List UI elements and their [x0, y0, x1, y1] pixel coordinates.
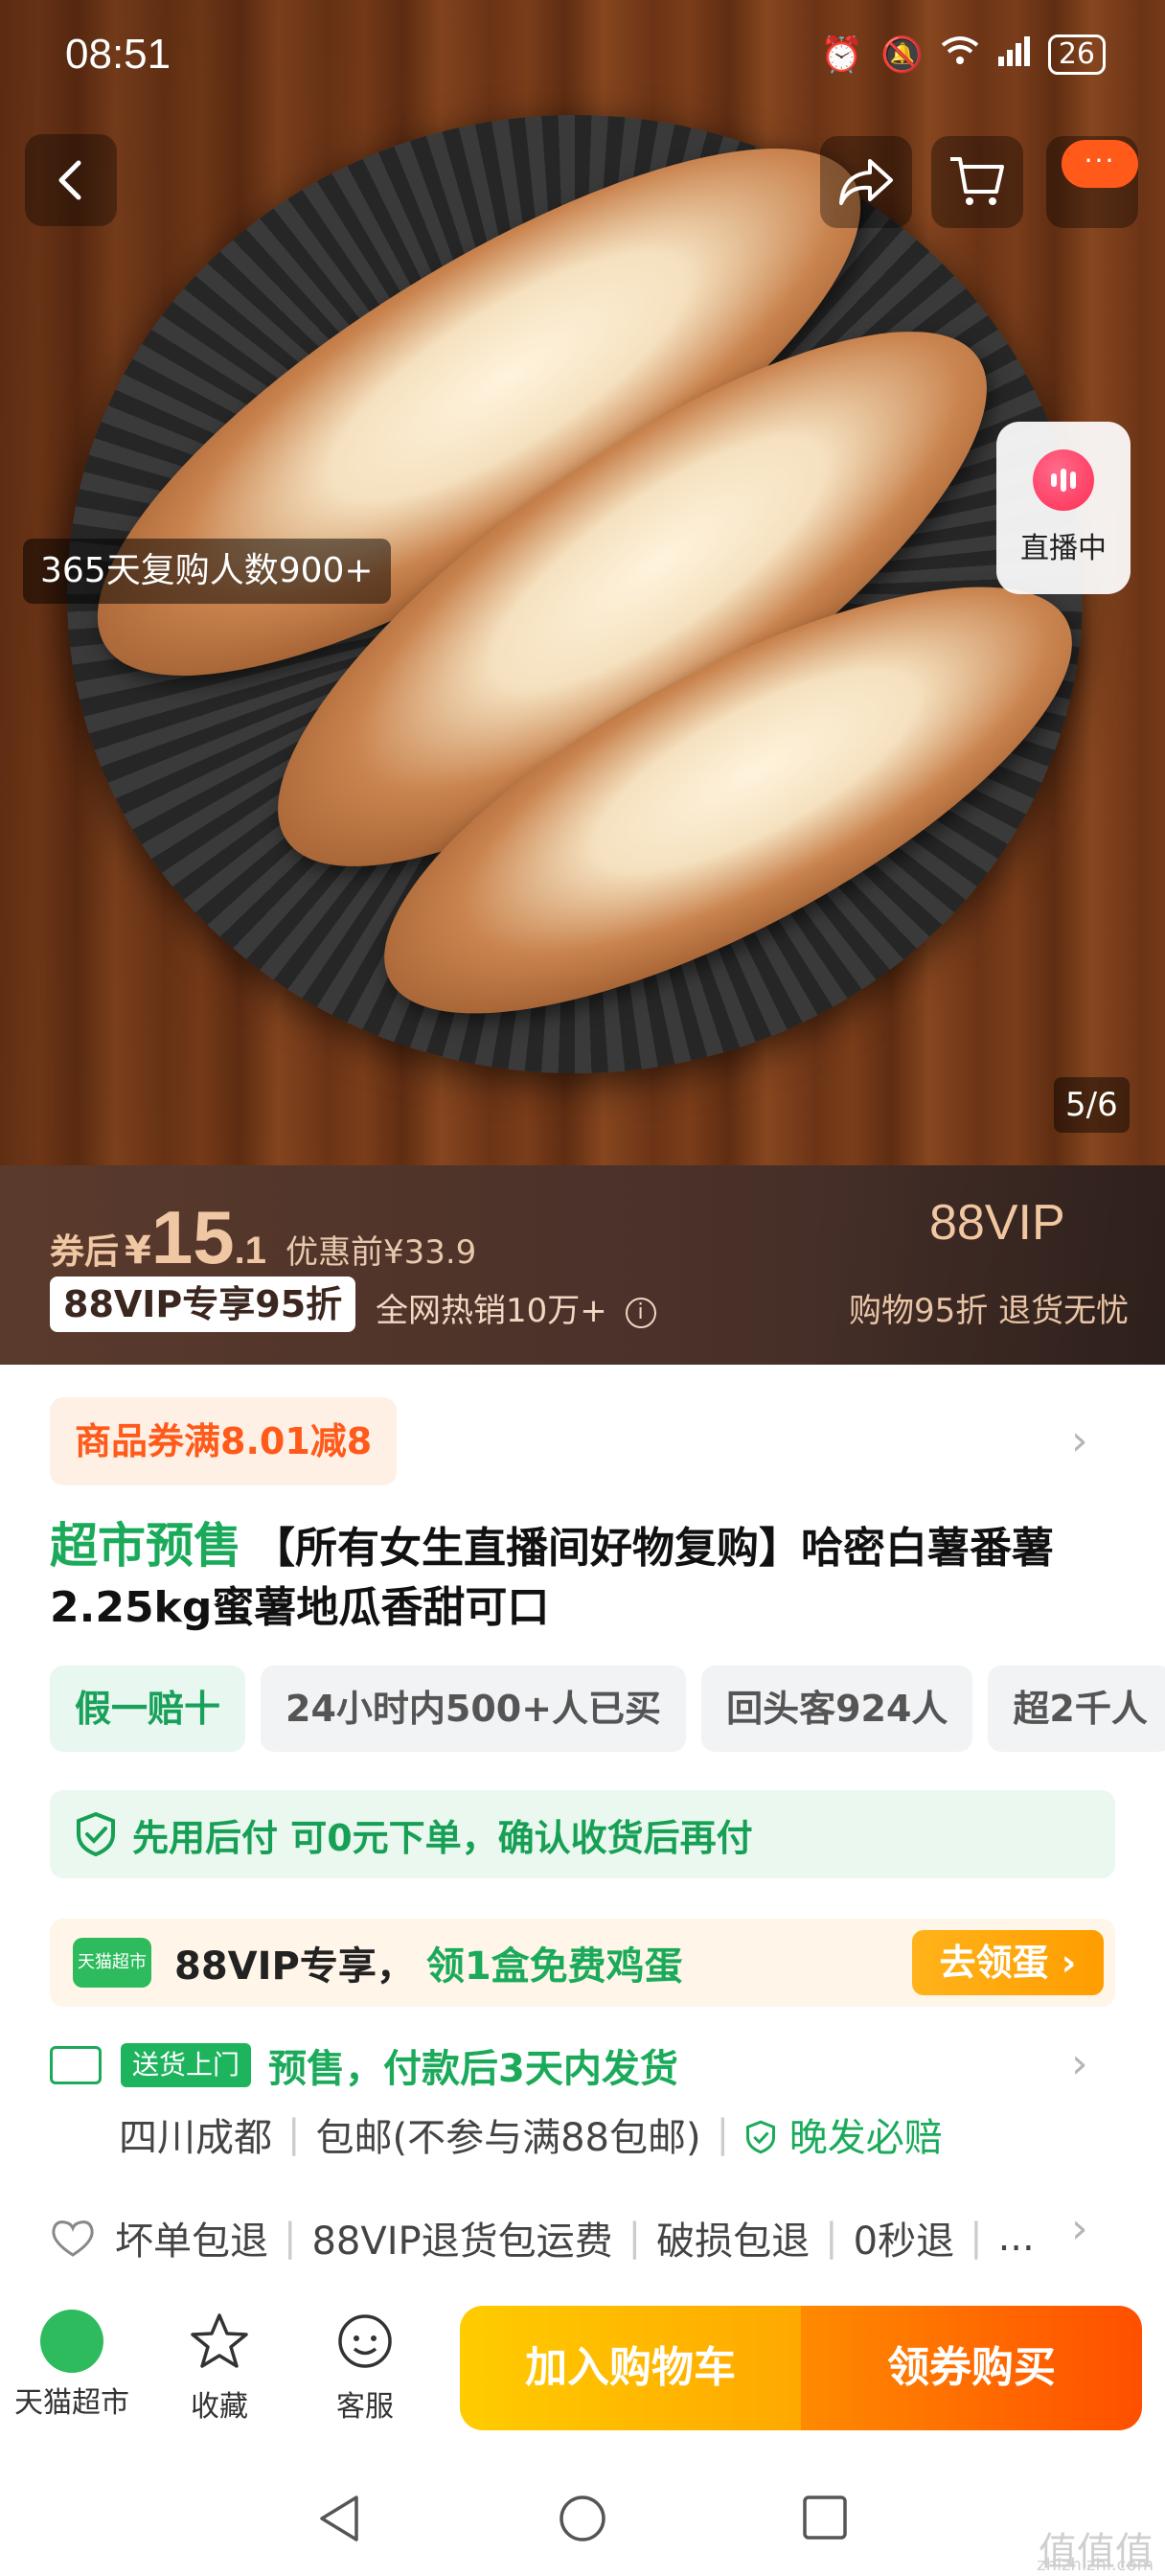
- shipping-time: 预售，付款后3天内发货: [268, 2047, 678, 2091]
- shipping-row[interactable]: 送货上门 预售，付款后3天内发货: [50, 2037, 678, 2093]
- price-decimal: .1: [234, 1230, 266, 1272]
- home-circle-icon[interactable]: [556, 2492, 609, 2545]
- delivery-badge: 送货上门: [121, 2043, 252, 2087]
- cart-button[interactable]: [931, 136, 1023, 228]
- guarantee-more: ...: [997, 2216, 1035, 2260]
- divider: |: [628, 2216, 642, 2260]
- status-icons: ⏰ 🔕 26: [820, 34, 1106, 75]
- presale-label: 超市预售: [50, 1518, 241, 1574]
- chevron-right-icon[interactable]: ›: [1071, 1416, 1088, 1465]
- guarantee-item: 0秒退: [853, 2220, 955, 2264]
- live-label: 直播中: [1020, 532, 1107, 565]
- vip-discount-badge: 88VIP专享95折: [50, 1276, 356, 1332]
- hot-sales[interactable]: 全网热销10万+ i: [376, 1284, 656, 1331]
- alarm-icon: ⏰: [820, 35, 863, 75]
- shipping-details: 四川成都 | 包邮(不参与满88包邮) | 晚发必赔: [119, 2106, 943, 2162]
- tmall-supermarket-logo: 天猫超市: [73, 1938, 151, 1988]
- coupon-chip[interactable]: 商品券满8.01减8: [50, 1397, 398, 1485]
- price-integer: 15: [150, 1195, 235, 1279]
- add-to-cart-button[interactable]: 加入购物车: [460, 2306, 801, 2430]
- divider: |: [287, 2112, 301, 2156]
- guarantee-item: 坏单包退: [115, 2220, 268, 2264]
- shield-check-icon: [746, 2120, 776, 2154]
- tmall-supermarket-label: 天猫超市: [14, 2386, 129, 2420]
- feature-tags: 假一赔十 24小时内500+人已买 回头客924人 超2千人: [50, 1666, 1165, 1752]
- guarantee-item: 破损包退: [656, 2220, 811, 2264]
- signal-icon: [996, 35, 1031, 75]
- more-dots-icon[interactable]: ···: [1062, 140, 1138, 188]
- mute-icon: 🔕: [879, 35, 924, 75]
- tag-recent-buyers[interactable]: 24小时内500+人已买: [261, 1666, 687, 1752]
- back-triangle-icon[interactable]: [316, 2494, 362, 2543]
- hot-sales-text: 全网热销10万+: [376, 1292, 607, 1330]
- divider: |: [284, 2216, 297, 2260]
- pay-later-banner[interactable]: 先用后付 可0元下单，确认收货后再付: [50, 1790, 1115, 1878]
- tmall-supermarket-button[interactable]: 天猫超市: [0, 2310, 144, 2421]
- live-stream-button[interactable]: 直播中: [996, 422, 1131, 594]
- status-time: 08:51: [65, 31, 171, 78]
- status-bar: 08:51 ⏰ 🔕 26: [0, 0, 1165, 115]
- battery-icon: 26: [1047, 34, 1106, 75]
- get-egg-button[interactable]: 去领蛋 ›: [912, 1930, 1104, 1995]
- live-icon: [1033, 449, 1094, 511]
- favorite-label: 收藏: [191, 2390, 248, 2424]
- tag-more[interactable]: 超2千人: [988, 1666, 1165, 1752]
- share-icon: [839, 159, 893, 205]
- chevron-left-icon: [58, 160, 81, 200]
- service-guarantees[interactable]: 坏单包退 | 88VIP退货包运费 | 破损包退 | 0秒退 | ...: [50, 2210, 1035, 2266]
- buy-with-coupon-button[interactable]: 领券购买: [801, 2306, 1142, 2430]
- favorite-button[interactable]: 收藏: [148, 2310, 291, 2425]
- pay-later-text: 先用后付 可0元下单，确认收货后再付: [132, 1816, 753, 1859]
- vip-benefits: 购物95折 退货无忧: [849, 1292, 1130, 1330]
- back-button[interactable]: [25, 134, 117, 226]
- vip-egg-prefix: 88VIP专享，: [174, 1944, 415, 1989]
- star-icon: [191, 2313, 248, 2368]
- divider: |: [970, 2216, 983, 2260]
- repurchase-badge: 365天复购人数900+: [23, 539, 391, 604]
- late-comp-text: 晚发必赔: [788, 2116, 943, 2160]
- guarantee-item: 88VIP退货包运费: [311, 2220, 613, 2264]
- divider: |: [825, 2216, 838, 2260]
- wifi-icon: [941, 35, 979, 75]
- after-coupon-label: 券后: [50, 1232, 120, 1272]
- customer-service-button[interactable]: 客服: [293, 2310, 437, 2425]
- chevron-right-icon[interactable]: ›: [1071, 2039, 1088, 2088]
- tag-counterfeit-compensation[interactable]: 假一赔十: [50, 1666, 246, 1752]
- truck-icon: [50, 2046, 102, 2084]
- vip-egg-offer: 领1盒免费鸡蛋: [425, 1944, 683, 1989]
- cart-icon: [950, 157, 1004, 205]
- shield-check-icon: [77, 1811, 115, 1857]
- price-row: 券后 ¥ 15 .1 优惠前¥33.9: [50, 1194, 476, 1281]
- recents-square-icon[interactable]: [801, 2494, 849, 2542]
- tag-repeat-customers[interactable]: 回头客924人: [701, 1666, 973, 1752]
- product-title: 超市预售 【所有女生直播间好物复购】哈密白薯番薯2.25kg蜜薯地瓜香甜可口: [50, 1516, 1123, 1638]
- original-price: 优惠前¥33.9: [285, 1233, 477, 1272]
- postage-info: 包邮(不参与满88包邮): [315, 2116, 701, 2160]
- ship-origin: 四川成都: [119, 2116, 272, 2160]
- info-icon[interactable]: i: [625, 1297, 656, 1328]
- tmall-supermarket-icon: [40, 2310, 103, 2373]
- watermark-url: zhizhizhi.com: [1037, 2555, 1154, 2575]
- vip-title: 88VIP: [929, 1195, 1065, 1251]
- customer-service-label: 客服: [336, 2390, 394, 2424]
- currency-symbol: ¥: [125, 1229, 151, 1273]
- late-shipment-compensation: 晚发必赔: [744, 2106, 943, 2162]
- chevron-right-icon[interactable]: ›: [1071, 2204, 1088, 2253]
- heart-shield-icon: [52, 2220, 94, 2257]
- share-button[interactable]: [820, 136, 912, 228]
- customer-service-icon: [338, 2314, 392, 2368]
- image-page-counter: 5/6: [1054, 1077, 1130, 1133]
- system-navigation-bar: [0, 2444, 1165, 2576]
- divider: |: [716, 2112, 730, 2156]
